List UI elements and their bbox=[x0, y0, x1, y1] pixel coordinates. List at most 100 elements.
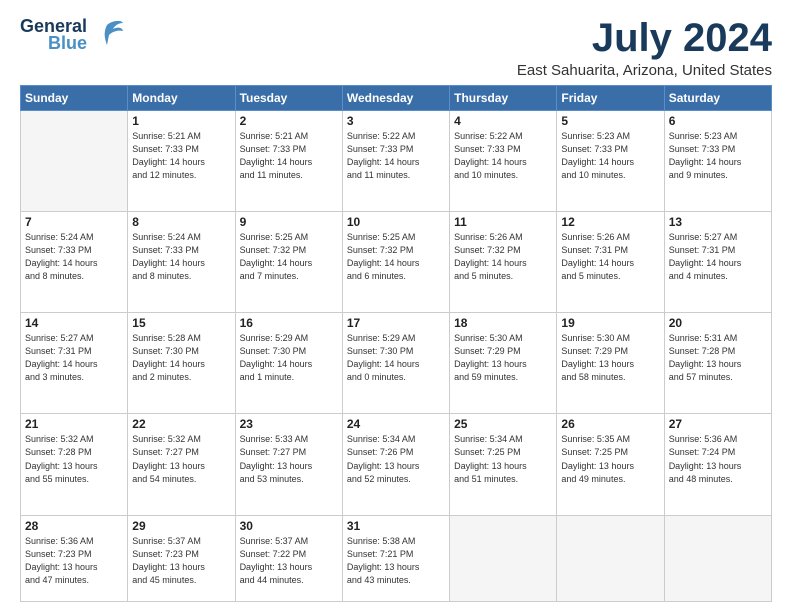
day-number: 14 bbox=[25, 316, 123, 330]
table-row: 16Sunrise: 5:29 AM Sunset: 7:30 PM Dayli… bbox=[235, 313, 342, 414]
table-row: 7 Sunrise: 5:24 AM Sunset: 7:33 PM Daylig… bbox=[21, 212, 128, 313]
day-number: 25 bbox=[454, 417, 552, 431]
day-number: 9 bbox=[240, 215, 338, 229]
table-row: 18 Sunrise: 5:30 AM Sunset: 7:29 PM Dayli… bbox=[450, 313, 557, 414]
day-number: 23 bbox=[240, 417, 338, 431]
table-row: 25Sunrise: 5:34 AM Sunset: 7:25 PM Dayli… bbox=[450, 414, 557, 515]
calendar-week-5: 28Sunrise: 5:36 AM Sunset: 7:23 PM Dayli… bbox=[21, 515, 772, 601]
day-info: Sunrise: 5:30 AM Sunset: 7:29 PM Dayligh… bbox=[561, 332, 659, 384]
table-row: 27 Sunrise: 5:36 AM Sunset: 7:24 PM Dayli… bbox=[664, 414, 771, 515]
table-row: 1 Sunrise: 5:21 AM Sunset: 7:33 PM Daylig… bbox=[128, 111, 235, 212]
col-wednesday: Wednesday bbox=[342, 86, 449, 111]
day-info: Sunrise: 5:38 AM Sunset: 7:21 PM Dayligh… bbox=[347, 535, 445, 587]
day-info: Sunrise: 5:27 AM Sunset: 7:31 PM Dayligh… bbox=[669, 231, 767, 283]
day-number: 5 bbox=[561, 114, 659, 128]
day-number: 4 bbox=[454, 114, 552, 128]
day-info: Sunrise: 5:36 AM Sunset: 7:23 PM Dayligh… bbox=[25, 535, 123, 587]
calendar-table: Sunday Monday Tuesday Wednesday Thursday… bbox=[20, 85, 772, 602]
day-info: Sunrise: 5:25 AM Sunset: 7:32 PM Dayligh… bbox=[240, 231, 338, 283]
day-info: Sunrise: 5:27 AM Sunset: 7:31 PM Dayligh… bbox=[25, 332, 123, 384]
table-row: 21 Sunrise: 5:32 AM Sunset: 7:28 PM Dayli… bbox=[21, 414, 128, 515]
day-info: Sunrise: 5:29 AM Sunset: 7:30 PM Dayligh… bbox=[347, 332, 445, 384]
table-row: 3 Sunrise: 5:22 AM Sunset: 7:33 PM Daylig… bbox=[342, 111, 449, 212]
day-info: Sunrise: 5:21 AM Sunset: 7:33 PM Dayligh… bbox=[240, 130, 338, 182]
table-row: 8 Sunrise: 5:24 AM Sunset: 7:33 PM Daylig… bbox=[128, 212, 235, 313]
subtitle: East Sahuarita, Arizona, United States bbox=[517, 62, 772, 79]
day-number: 24 bbox=[347, 417, 445, 431]
day-number: 19 bbox=[561, 316, 659, 330]
day-number: 21 bbox=[25, 417, 123, 431]
calendar-week-1: 1 Sunrise: 5:21 AM Sunset: 7:33 PM Daylig… bbox=[21, 111, 772, 212]
table-row: 14 Sunrise: 5:27 AM Sunset: 7:31 PM Dayli… bbox=[21, 313, 128, 414]
logo: General Blue bbox=[20, 16, 125, 54]
table-row: 10 Sunrise: 5:25 AM Sunset: 7:32 PM Dayli… bbox=[342, 212, 449, 313]
day-number: 3 bbox=[347, 114, 445, 128]
table-row: 30Sunrise: 5:37 AM Sunset: 7:22 PM Dayli… bbox=[235, 515, 342, 601]
day-info: Sunrise: 5:37 AM Sunset: 7:23 PM Dayligh… bbox=[132, 535, 230, 587]
day-number: 11 bbox=[454, 215, 552, 229]
day-number: 26 bbox=[561, 417, 659, 431]
table-row: 23 Sunrise: 5:33 AM Sunset: 7:27 PM Dayli… bbox=[235, 414, 342, 515]
calendar-week-3: 14 Sunrise: 5:27 AM Sunset: 7:31 PM Dayli… bbox=[21, 313, 772, 414]
table-row: 26 Sunrise: 5:35 AM Sunset: 7:25 PM Dayli… bbox=[557, 414, 664, 515]
table-row: 15 Sunrise: 5:28 AM Sunset: 7:30 PM Dayli… bbox=[128, 313, 235, 414]
header: General Blue July 2024 East Sahuarita, A… bbox=[20, 16, 772, 79]
day-info: Sunrise: 5:26 AM Sunset: 7:31 PM Dayligh… bbox=[561, 231, 659, 283]
day-number: 1 bbox=[132, 114, 230, 128]
col-thursday: Thursday bbox=[450, 86, 557, 111]
day-info: Sunrise: 5:36 AM Sunset: 7:24 PM Dayligh… bbox=[669, 433, 767, 485]
table-row: 13 Sunrise: 5:27 AM Sunset: 7:31 PM Dayli… bbox=[664, 212, 771, 313]
table-row: 2 Sunrise: 5:21 AM Sunset: 7:33 PM Daylig… bbox=[235, 111, 342, 212]
day-info: Sunrise: 5:35 AM Sunset: 7:25 PM Dayligh… bbox=[561, 433, 659, 485]
table-row: 19 Sunrise: 5:30 AM Sunset: 7:29 PM Dayli… bbox=[557, 313, 664, 414]
day-info: Sunrise: 5:32 AM Sunset: 7:27 PM Dayligh… bbox=[132, 433, 230, 485]
day-info: Sunrise: 5:24 AM Sunset: 7:33 PM Dayligh… bbox=[25, 231, 123, 283]
main-title: July 2024 bbox=[517, 16, 772, 60]
table-row bbox=[450, 515, 557, 601]
col-saturday: Saturday bbox=[664, 86, 771, 111]
table-row: 4 Sunrise: 5:22 AM Sunset: 7:33 PM Daylig… bbox=[450, 111, 557, 212]
day-number: 29 bbox=[132, 519, 230, 533]
calendar-week-4: 21 Sunrise: 5:32 AM Sunset: 7:28 PM Dayli… bbox=[21, 414, 772, 515]
day-number: 2 bbox=[240, 114, 338, 128]
day-info: Sunrise: 5:24 AM Sunset: 7:33 PM Dayligh… bbox=[132, 231, 230, 283]
table-row: 22Sunrise: 5:32 AM Sunset: 7:27 PM Dayli… bbox=[128, 414, 235, 515]
day-info: Sunrise: 5:26 AM Sunset: 7:32 PM Dayligh… bbox=[454, 231, 552, 283]
calendar-page: General Blue July 2024 East Sahuarita, A… bbox=[0, 0, 792, 612]
day-info: Sunrise: 5:37 AM Sunset: 7:22 PM Dayligh… bbox=[240, 535, 338, 587]
table-row: 12Sunrise: 5:26 AM Sunset: 7:31 PM Dayli… bbox=[557, 212, 664, 313]
day-info: Sunrise: 5:31 AM Sunset: 7:28 PM Dayligh… bbox=[669, 332, 767, 384]
day-info: Sunrise: 5:29 AM Sunset: 7:30 PM Dayligh… bbox=[240, 332, 338, 384]
day-number: 10 bbox=[347, 215, 445, 229]
table-row: 11 Sunrise: 5:26 AM Sunset: 7:32 PM Dayli… bbox=[450, 212, 557, 313]
col-monday: Monday bbox=[128, 86, 235, 111]
day-number: 20 bbox=[669, 316, 767, 330]
day-info: Sunrise: 5:22 AM Sunset: 7:33 PM Dayligh… bbox=[347, 130, 445, 182]
day-number: 8 bbox=[132, 215, 230, 229]
col-friday: Friday bbox=[557, 86, 664, 111]
day-info: Sunrise: 5:22 AM Sunset: 7:33 PM Dayligh… bbox=[454, 130, 552, 182]
day-number: 18 bbox=[454, 316, 552, 330]
day-number: 31 bbox=[347, 519, 445, 533]
day-number: 27 bbox=[669, 417, 767, 431]
table-row: 29 Sunrise: 5:37 AM Sunset: 7:23 PM Dayli… bbox=[128, 515, 235, 601]
calendar-header-row: Sunday Monday Tuesday Wednesday Thursday… bbox=[21, 86, 772, 111]
day-info: Sunrise: 5:28 AM Sunset: 7:30 PM Dayligh… bbox=[132, 332, 230, 384]
day-number: 13 bbox=[669, 215, 767, 229]
day-number: 7 bbox=[25, 215, 123, 229]
table-row bbox=[664, 515, 771, 601]
day-info: Sunrise: 5:25 AM Sunset: 7:32 PM Dayligh… bbox=[347, 231, 445, 283]
day-info: Sunrise: 5:32 AM Sunset: 7:28 PM Dayligh… bbox=[25, 433, 123, 485]
col-tuesday: Tuesday bbox=[235, 86, 342, 111]
logo-blue: Blue bbox=[48, 33, 87, 54]
day-info: Sunrise: 5:33 AM Sunset: 7:27 PM Dayligh… bbox=[240, 433, 338, 485]
day-info: Sunrise: 5:30 AM Sunset: 7:29 PM Dayligh… bbox=[454, 332, 552, 384]
day-number: 15 bbox=[132, 316, 230, 330]
day-info: Sunrise: 5:23 AM Sunset: 7:33 PM Dayligh… bbox=[561, 130, 659, 182]
table-row: 24 Sunrise: 5:34 AM Sunset: 7:26 PM Dayli… bbox=[342, 414, 449, 515]
day-info: Sunrise: 5:34 AM Sunset: 7:26 PM Dayligh… bbox=[347, 433, 445, 485]
table-row: 20 Sunrise: 5:31 AM Sunset: 7:28 PM Dayli… bbox=[664, 313, 771, 414]
day-info: Sunrise: 5:21 AM Sunset: 7:33 PM Dayligh… bbox=[132, 130, 230, 182]
table-row bbox=[557, 515, 664, 601]
calendar-week-2: 7 Sunrise: 5:24 AM Sunset: 7:33 PM Daylig… bbox=[21, 212, 772, 313]
